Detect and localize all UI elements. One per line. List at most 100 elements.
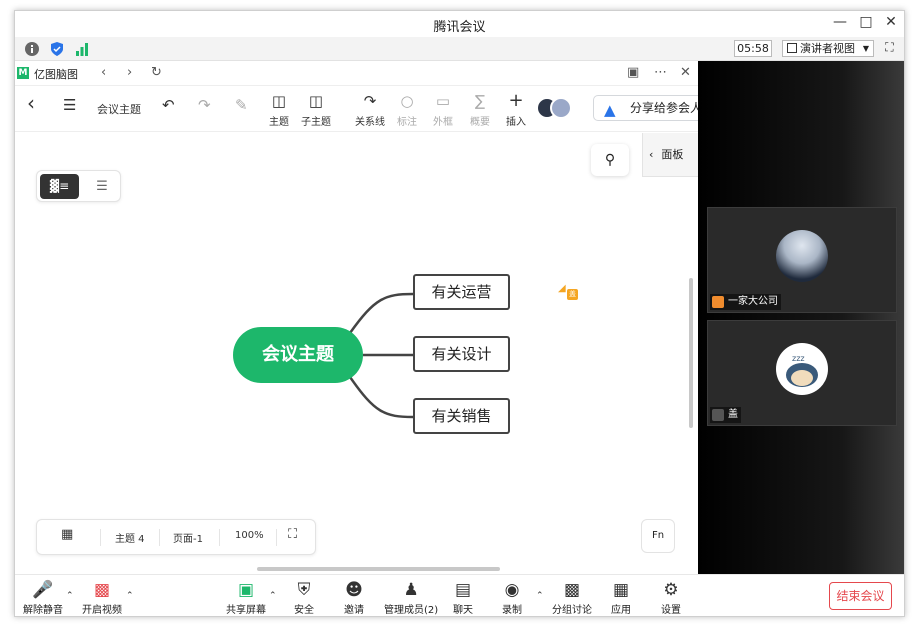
frame-icon: ▭ xyxy=(435,92,451,110)
shield-icon[interactable] xyxy=(49,41,65,57)
fullscreen-icon[interactable]: ⛶ xyxy=(881,40,898,57)
share-to-participants-button[interactable]: ▲ 分享给参会人 xyxy=(593,95,713,121)
fn-button[interactable]: Fn xyxy=(641,519,675,553)
participant-tile[interactable]: 一家大公司 xyxy=(707,207,897,313)
document-title[interactable]: 会议主题 xyxy=(97,101,141,117)
label-button[interactable]: ○ 标注 xyxy=(397,92,417,128)
page-selector[interactable]: 页面-1 xyxy=(173,530,203,545)
gear-icon: ⚙ xyxy=(663,580,679,600)
screen-icon[interactable]: ▣ xyxy=(627,65,639,80)
summary-button[interactable]: ∑ 概要 xyxy=(470,92,490,128)
maximize-icon[interactable]: □ xyxy=(856,14,876,30)
meeting-timer: 05:58 xyxy=(734,40,772,57)
breakout-rooms-button[interactable]: ▩ 分组讨论 xyxy=(552,579,592,616)
vertical-scrollbar[interactable] xyxy=(689,278,693,428)
manage-members-button[interactable]: ♟ 管理成员(2) xyxy=(384,579,438,616)
close-icon[interactable]: ✕ xyxy=(881,14,901,30)
canvas-status-bar: ▦ 主题 4 页面-1 100% ⛶ xyxy=(36,519,316,555)
end-meeting-button[interactable]: 结束会议 xyxy=(829,582,892,610)
undo-icon[interactable]: ↶ xyxy=(162,96,175,114)
avatar: zzz xyxy=(776,343,828,395)
frame-button[interactable]: ▭ 外框 xyxy=(433,92,453,128)
topic-count: 主题 4 xyxy=(115,534,145,545)
app-name: 亿图脑图 xyxy=(34,68,78,81)
participants-panel: 一家大公司 zzz 盖 xyxy=(698,61,904,574)
back-nav-icon[interactable]: ‹ xyxy=(101,65,106,80)
edrawmind-logo: M xyxy=(17,67,29,79)
app-close-icon[interactable]: ✕ xyxy=(680,65,691,80)
chevron-up-icon[interactable]: ⌃ xyxy=(536,591,544,601)
branch-topic-operations[interactable]: 有关运营 xyxy=(413,274,510,310)
user-icon xyxy=(712,409,724,421)
divider xyxy=(219,529,220,546)
back-icon[interactable]: ‹ xyxy=(27,93,35,113)
central-topic[interactable]: 会议主题 xyxy=(233,327,363,383)
camera-off-icon: ▩ xyxy=(93,580,111,600)
divider xyxy=(159,529,160,546)
zoom-level[interactable]: 100% xyxy=(235,530,264,541)
relation-icon: ↷ xyxy=(363,92,377,110)
participant-tile[interactable]: zzz 盖 xyxy=(707,320,897,426)
title-bar: 腾讯会议 — □ ✕ xyxy=(15,11,904,37)
collaborator-avatars[interactable] xyxy=(536,97,576,121)
redo-icon[interactable]: ↷ xyxy=(198,96,211,114)
app-header: M 亿图脑图 ‹ › ↻ ▣ ⋯ ✕ xyxy=(15,61,698,86)
signal-icon[interactable] xyxy=(74,41,90,57)
user-icon xyxy=(712,296,724,308)
add-topic-button[interactable]: ◫ 主题 xyxy=(269,92,289,128)
format-painter-icon[interactable]: ✎ xyxy=(235,96,248,114)
info-icon[interactable] xyxy=(24,41,40,57)
invite-user-icon: ☻ xyxy=(345,580,363,600)
mindmap-toolbar: ‹ ☰ 会议主题 ↶ ↷ ✎ ◫ 主题 ◫ 子主题 ↷ 关系线 ○ 标注 ▭ 外框 ∑ 概要… xyxy=(15,86,713,132)
invite-button[interactable]: ☻ 邀请 xyxy=(344,579,364,616)
refresh-icon[interactable]: ↻ xyxy=(151,65,162,80)
mountain-icon: ▲ xyxy=(604,101,616,119)
remote-cursor-label: 盖 xyxy=(567,289,578,300)
security-shield-icon: ⛨ xyxy=(297,580,311,600)
branch-topic-design[interactable]: 有关设计 xyxy=(413,336,510,372)
chat-icon: ▤ xyxy=(454,580,472,600)
record-icon: ◉ xyxy=(504,580,520,600)
add-subtopic-button[interactable]: ◫ 子主题 xyxy=(301,92,331,128)
horizontal-scrollbar[interactable] xyxy=(257,567,500,571)
mic-off-icon: 🎤 xyxy=(32,580,54,600)
menu-icon[interactable]: ☰ xyxy=(63,96,76,114)
meeting-control-bar: 🎤 解除静音 ⌃ ▩ 开启视频 ⌃ ▣ 共享屏幕 ⌃ ⛨ 安全 ☻ 邀请 ♟ 管理成员(2)… xyxy=(15,574,904,616)
chevron-up-icon[interactable]: ⌃ xyxy=(269,591,277,601)
branch-topic-sales[interactable]: 有关销售 xyxy=(413,398,510,434)
divider xyxy=(100,529,101,546)
divider xyxy=(276,529,277,546)
apps-grid-icon: ▦ xyxy=(612,580,630,600)
more-icon[interactable]: ⋯ xyxy=(654,65,667,80)
snorlax-avatar-icon: zzz xyxy=(786,354,818,387)
settings-button[interactable]: ⚙ 设置 xyxy=(661,579,681,616)
unmute-button[interactable]: 🎤 解除静音 xyxy=(23,579,63,616)
remote-cursor-icon: ◢ xyxy=(558,283,566,294)
chat-button[interactable]: ▤ 聊天 xyxy=(453,579,473,616)
map-icon[interactable]: ▦ xyxy=(61,527,73,542)
participant-name: 一家大公司 xyxy=(710,294,781,310)
fit-screen-icon[interactable]: ⛶ xyxy=(288,527,297,542)
insert-button[interactable]: + 插入 xyxy=(506,90,526,129)
start-video-button[interactable]: ▩ 开启视频 xyxy=(82,579,122,616)
avatar xyxy=(776,230,828,282)
layout-icon xyxy=(787,43,797,53)
chevron-up-icon[interactable]: ⌃ xyxy=(126,591,134,601)
relation-line-button[interactable]: ↷ 关系线 xyxy=(355,92,385,128)
subtopic-icon: ◫ xyxy=(308,92,324,110)
apps-button[interactable]: ▦ 应用 xyxy=(611,579,631,616)
mindmap-canvas[interactable]: ▓≡ ☰ ⚲ ‹ 面板 会议主题 有关运营 有关设计 有关销售 ◢ 盖 ▦ 主题 … xyxy=(15,133,702,574)
record-button[interactable]: ◉ 录制 xyxy=(502,579,522,616)
share-screen-button[interactable]: ▣ 共享屏幕 xyxy=(226,579,266,616)
chevron-down-icon: ▼ xyxy=(862,44,869,53)
minimize-icon[interactable]: — xyxy=(830,14,850,30)
comment-icon: ○ xyxy=(400,92,414,110)
security-button[interactable]: ⛨ 安全 xyxy=(294,579,314,616)
shared-screen-area: M 亿图脑图 ‹ › ↻ ▣ ⋯ ✕ ‹ ☰ 会议主题 ↶ ↷ ✎ ◫ 主题 ◫ 子… xyxy=(15,61,713,574)
view-mode-select[interactable]: 演讲者视图 ▼ xyxy=(782,40,874,57)
forward-nav-icon[interactable]: › xyxy=(127,65,132,80)
plus-icon: + xyxy=(508,90,524,111)
breakout-icon: ▩ xyxy=(563,580,581,600)
chevron-up-icon[interactable]: ⌃ xyxy=(66,591,74,601)
participant-name: 盖 xyxy=(710,407,741,423)
